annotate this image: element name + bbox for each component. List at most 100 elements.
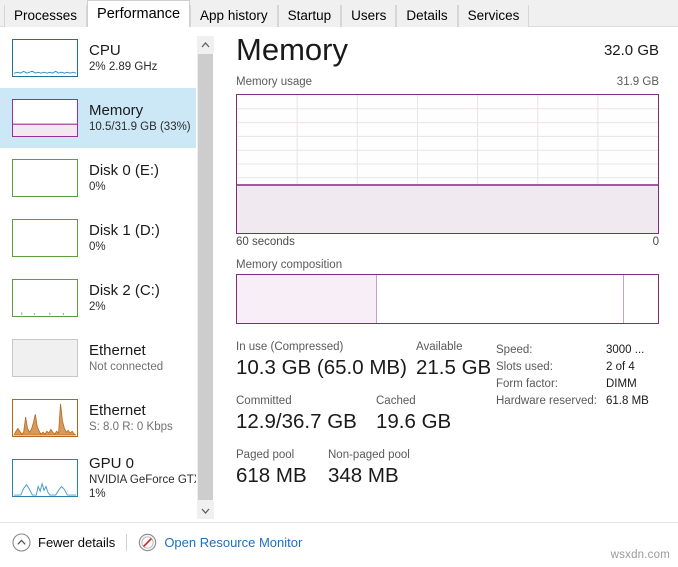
- sysinfo-speed-value: 3000 ...: [606, 344, 645, 356]
- stat-available-label: Available: [416, 341, 463, 353]
- stat-in-use-value: 10.3 GB (65.0 MB): [236, 356, 407, 379]
- sidebar-item-disk-1-sub: 0%: [89, 241, 106, 253]
- fewer-details-button[interactable]: Fewer details: [12, 533, 115, 552]
- stat-paged-pool-value: 618 MB: [236, 464, 307, 487]
- sidebar-item-ethernet-disconnected-text: Ethernet Not connected: [89, 342, 163, 374]
- composition-segment-in-use: [237, 275, 376, 323]
- stat-non-paged-pool-label: Non-paged pool: [328, 449, 410, 461]
- memory-composition-bar[interactable]: [236, 274, 659, 324]
- tab-users[interactable]: Users: [341, 5, 397, 27]
- stat-available: Available 21.5 GB: [416, 340, 491, 381]
- tab-processes[interactable]: Processes: [4, 5, 88, 27]
- sidebar-item-disk-1-text: Disk 1 (D:) 0%: [89, 222, 160, 254]
- sysinfo-row-slots-used: Slots used: 2 of 4: [496, 359, 649, 376]
- composition-segment-modified-standby: [376, 275, 624, 323]
- axis-label-time-span: 60 seconds: [236, 236, 295, 248]
- stat-cached: Cached 19.6 GB: [376, 394, 451, 435]
- chevron-down-icon: [201, 508, 210, 514]
- fewer-details-label: Fewer details: [38, 535, 116, 550]
- tab-app-history[interactable]: App history: [190, 5, 278, 27]
- sidebar-item-cpu-sub: 2% 2.89 GHz: [89, 61, 158, 73]
- sidebar-item-cpu[interactable]: CPU 2% 2.89 GHz: [0, 28, 196, 88]
- sidebar-item-memory-sub: 10.5/31.9 GB (33%): [89, 121, 191, 133]
- sidebar-item-ethernet-active-sub: S: 8.0 R: 0 Kbps: [89, 421, 173, 433]
- sidebar-item-disk-1[interactable]: Disk 1 (D:) 0%: [0, 208, 196, 268]
- open-resource-monitor-link[interactable]: Open Resource Monitor: [138, 533, 302, 552]
- disk-2-thumbnail-graph: [12, 279, 78, 317]
- sidebar-item-disk-1-title: Disk 1 (D:): [89, 222, 160, 239]
- memory-usage-max-label: 31.9 GB: [616, 76, 659, 88]
- tab-details[interactable]: Details: [396, 5, 458, 27]
- sysinfo-hardware-reserved-label: Hardware reserved:: [496, 395, 597, 407]
- stat-paged-pool-label: Paged pool: [236, 449, 295, 461]
- sysinfo-form-factor-label: Form factor:: [496, 378, 558, 390]
- sysinfo-hardware-reserved-value: 61.8 MB: [606, 395, 649, 407]
- task-manager-window: Processes Performance App history Startu…: [0, 0, 678, 567]
- tab-startup[interactable]: Startup: [277, 5, 342, 27]
- stat-in-use: In use (Compressed) 10.3 GB (65.0 MB): [236, 340, 407, 381]
- memory-thumbnail-graph: [12, 99, 78, 137]
- sidebar-item-disk-2-sub: 2%: [89, 301, 106, 313]
- gpu-0-thumbnail-graph: [12, 459, 78, 497]
- stat-committed-value: 12.9/36.7 GB: [236, 410, 357, 433]
- tab-strip: Processes Performance App history Startu…: [0, 0, 678, 27]
- sidebar-item-cpu-title: CPU: [89, 42, 121, 59]
- scrollbar-thumb[interactable]: [198, 54, 213, 500]
- memory-header: Memory 32.0 GB: [222, 30, 678, 72]
- sidebar-item-ethernet-active[interactable]: Ethernet S: 8.0 R: 0 Kbps: [0, 388, 196, 448]
- chevron-up-circle-icon: [12, 533, 31, 552]
- sidebar-item-ethernet-active-title: Ethernet: [89, 402, 146, 419]
- stat-committed: Committed 12.9/36.7 GB: [236, 394, 357, 435]
- sidebar-scrollbar[interactable]: [196, 36, 214, 519]
- sysinfo-form-factor-value: DIMM: [606, 378, 637, 390]
- sysinfo-speed-label: Speed:: [496, 344, 533, 356]
- resource-monitor-icon: [139, 533, 157, 552]
- composition-segment-free: [624, 275, 658, 323]
- memory-stats: In use (Compressed) 10.3 GB (65.0 MB) Av…: [236, 340, 659, 510]
- memory-usage-graph-labels: Memory usage 31.9 GB: [236, 76, 659, 92]
- stat-cached-value: 19.6 GB: [376, 410, 452, 433]
- sysinfo-row-speed: Speed: 3000 ...: [496, 342, 649, 359]
- sidebar-item-memory-text: Memory 10.5/31.9 GB (33%): [89, 102, 191, 134]
- sidebar-item-ethernet-active-text: Ethernet S: 8.0 R: 0 Kbps: [89, 402, 173, 434]
- sidebar-item-disk-2-text: Disk 2 (C:) 2%: [89, 282, 160, 314]
- status-bar-divider: [126, 534, 128, 551]
- scrollbar-down-button[interactable]: [197, 502, 214, 519]
- status-bar-actions: Fewer details Open Resource Monitor: [12, 533, 302, 552]
- sidebar-item-gpu-0[interactable]: GPU 0 NVIDIA GeForce GTX 1%: [0, 448, 196, 508]
- status-bar: Fewer details Open Resource Monitor wsxd…: [0, 522, 678, 567]
- cpu-thumbnail-graph: [12, 39, 78, 77]
- sidebar-item-disk-0-text: Disk 0 (E:) 0%: [89, 162, 159, 194]
- scrollbar-up-button[interactable]: [197, 36, 214, 53]
- stat-non-paged-pool: Non-paged pool 348 MB: [328, 448, 410, 489]
- watermark: wsxdn.com: [610, 549, 670, 561]
- sidebar-item-cpu-text: CPU 2% 2.89 GHz: [89, 42, 157, 74]
- memory-composition-label: Memory composition: [236, 259, 343, 271]
- memory-system-info: Speed: 3000 ... Slots used: 2 of 4 Form …: [496, 342, 649, 410]
- sysinfo-row-hardware-reserved: Hardware reserved: 61.8 MB: [496, 393, 649, 410]
- page-title: Memory: [236, 32, 348, 67]
- sidebar-item-ethernet-disconnected[interactable]: Ethernet Not connected: [0, 328, 196, 388]
- open-resource-monitor-label: Open Resource Monitor: [164, 535, 303, 550]
- memory-usage-graph: [236, 94, 659, 234]
- ethernet-disconnected-thumbnail-graph: [12, 339, 78, 377]
- tab-performance[interactable]: Performance: [87, 0, 191, 27]
- disk-1-thumbnail-graph: [12, 219, 78, 257]
- memory-usage-plot: [237, 95, 658, 233]
- sidebar-item-gpu-0-text: GPU 0 NVIDIA GeForce GTX 1%: [89, 455, 196, 501]
- sidebar-item-disk-2[interactable]: Disk 2 (C:) 2%: [0, 268, 196, 328]
- sidebar-item-disk-0[interactable]: Disk 0 (E:) 0%: [0, 148, 196, 208]
- memory-usage-label: Memory usage: [236, 76, 313, 88]
- ethernet-active-thumbnail-graph: [12, 399, 78, 437]
- stat-paged-pool: Paged pool 618 MB: [236, 448, 307, 489]
- axis-label-time-zero: 0: [652, 236, 659, 248]
- sidebar-item-memory[interactable]: Memory 10.5/31.9 GB (33%): [0, 88, 196, 148]
- tab-list: Processes Performance App history Startu…: [4, 0, 530, 27]
- stat-committed-label: Committed: [236, 395, 292, 407]
- memory-total-value: 32.0 GB: [603, 42, 659, 59]
- performance-sidebar[interactable]: CPU 2% 2.89 GHz Memory 10.5/31.9 GB (33%…: [0, 28, 196, 522]
- sidebar-item-disk-0-sub: 0%: [89, 181, 106, 193]
- sidebar-item-gpu-0-title: GPU 0: [89, 455, 135, 472]
- sysinfo-row-form-factor: Form factor: DIMM: [496, 376, 649, 393]
- tab-services[interactable]: Services: [457, 5, 530, 27]
